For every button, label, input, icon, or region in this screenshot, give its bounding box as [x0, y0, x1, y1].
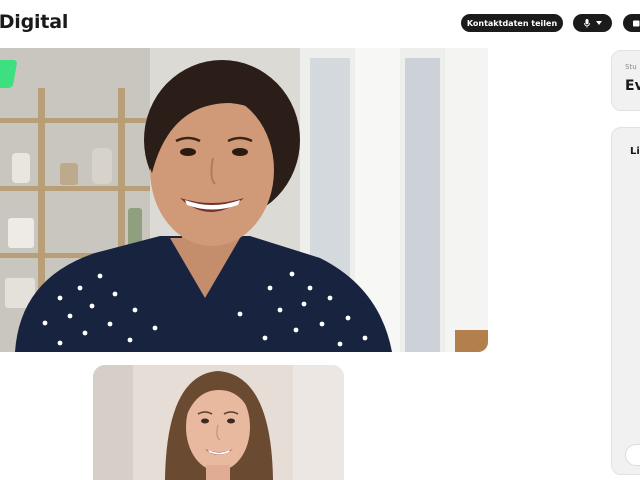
app-title: i Digital — [0, 11, 69, 33]
info-card-label: Stu — [625, 63, 637, 71]
microphone-icon — [583, 18, 590, 28]
side-panel: Li — [611, 127, 640, 475]
remote-video-feed — [0, 48, 488, 352]
info-card: Stu Ev — [611, 50, 640, 111]
microphone-toggle-button[interactable] — [573, 14, 612, 32]
local-video-feed — [93, 365, 344, 480]
side-panel-title: Li — [630, 146, 640, 157]
camera-icon — [633, 20, 640, 26]
side-panel-input[interactable] — [625, 444, 640, 466]
caret-down-icon[interactable] — [595, 21, 602, 25]
camera-toggle-button[interactable] — [623, 14, 640, 32]
share-contact-button[interactable]: Kontaktdaten teilen — [461, 14, 563, 32]
info-card-value: Ev — [625, 78, 640, 94]
